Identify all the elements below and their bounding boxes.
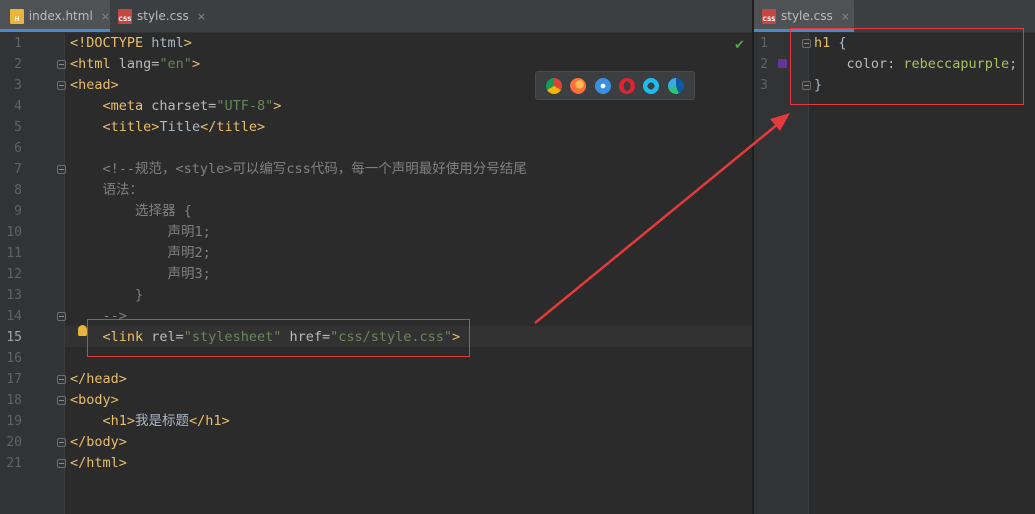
annotation-arrow: [534, 113, 790, 324]
